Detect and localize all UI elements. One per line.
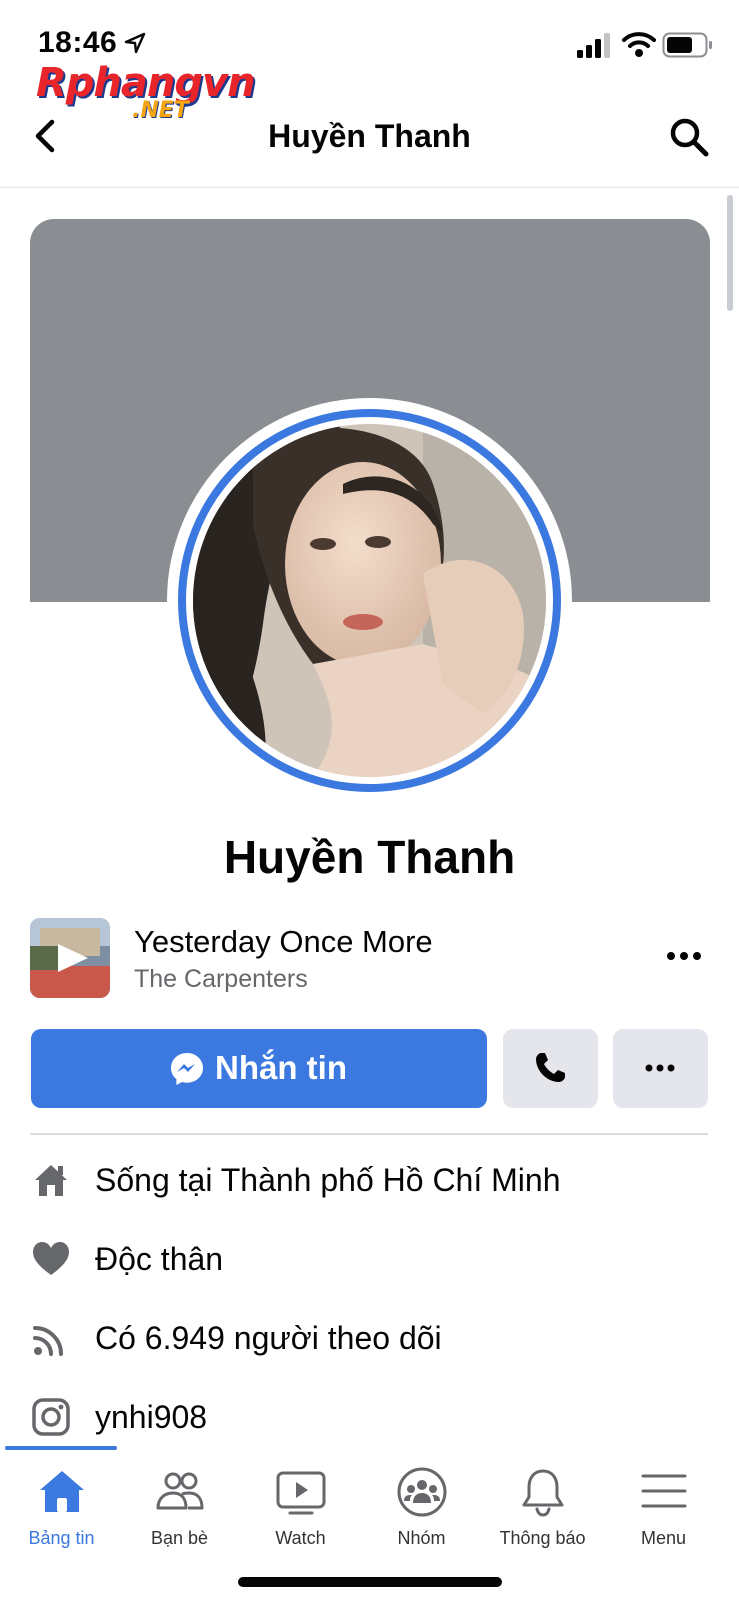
tab-label: Watch: [275, 1528, 326, 1548]
tab-label: Bạn bè: [150, 1528, 209, 1548]
rss-icon: [33, 1326, 63, 1356]
message-button[interactable]: Nhắn tin: [31, 1029, 487, 1108]
home-icon: [35, 1165, 67, 1196]
tab-groups[interactable]: Nhóm: [360, 1448, 483, 1558]
bottom-tab-bar: Bảng tin Bạn bè Watch Nhóm Thông báo Men…: [0, 1448, 739, 1558]
menu-icon: [641, 1474, 687, 1508]
call-button[interactable]: [503, 1029, 598, 1108]
back-arrow-icon[interactable]: [30, 118, 64, 154]
message-button-label: Nhắn tin: [215, 1049, 347, 1086]
profile-name: Huyền Thanh: [223, 831, 516, 883]
home-icon: [40, 1471, 84, 1512]
groups-icon: [397, 1467, 447, 1517]
search-icon[interactable]: [668, 116, 710, 158]
info-row-text: Độc thân: [95, 1241, 224, 1277]
cellular-signal-icon: [577, 33, 610, 58]
avatar-photo: [193, 424, 546, 777]
tab-watch[interactable]: Watch: [239, 1448, 362, 1558]
phone-icon: [536, 1053, 565, 1082]
messenger-icon: [171, 1053, 203, 1085]
heart-icon: [33, 1242, 69, 1275]
location-arrow-icon: [124, 32, 146, 54]
avatar[interactable]: [193, 424, 546, 777]
info-row-followers[interactable]: Có 6.949 người theo dõi: [0, 1306, 739, 1366]
watch-icon: [276, 1471, 326, 1515]
status-time: 18:46: [38, 26, 118, 59]
tab-label: Menu: [640, 1528, 687, 1548]
tab-notifications[interactable]: Thông báo: [481, 1448, 604, 1558]
wifi-icon: [622, 32, 656, 57]
song-thumbnail[interactable]: [30, 918, 110, 998]
home-indicator[interactable]: [238, 1577, 502, 1587]
info-row-instagram[interactable]: ynhi908: [0, 1385, 739, 1445]
tab-menu[interactable]: Menu: [602, 1448, 725, 1558]
nav-header: Huyền Thanh: [0, 100, 739, 188]
status-bar: 18:46: [0, 0, 739, 60]
song-title[interactable]: Yesterday Once More: [134, 924, 433, 960]
tab-news-feed[interactable]: Bảng tin: [0, 1448, 123, 1558]
info-row-text: Sống tại Thành phố Hồ Chí Minh: [95, 1162, 561, 1198]
more-actions-button[interactable]: [613, 1029, 708, 1108]
friends-icon: [156, 1472, 204, 1510]
scrollbar[interactable]: [727, 195, 733, 311]
bell-icon: [522, 1469, 564, 1517]
song-artist: The Carpenters: [134, 965, 308, 993]
more-horizontal-icon: [645, 1064, 675, 1072]
tab-label: Bảng tin: [28, 1528, 95, 1548]
more-options-icon[interactable]: [664, 944, 704, 968]
tab-label: Thông báo: [499, 1528, 586, 1548]
info-row-relationship[interactable]: Độc thân: [0, 1227, 739, 1287]
active-tab-indicator: [5, 1446, 117, 1450]
info-row-text: ynhi908: [95, 1399, 208, 1435]
battery-icon: [662, 32, 712, 58]
instagram-icon: [32, 1398, 70, 1436]
tab-label: Nhóm: [397, 1528, 446, 1548]
play-icon: [30, 918, 110, 998]
info-row-location[interactable]: Sống tại Thành phố Hồ Chí Minh: [0, 1148, 739, 1208]
divider: [30, 1133, 708, 1135]
page-title: Huyền Thanh: [268, 118, 471, 154]
info-row-text: Có 6.949 người theo dõi: [95, 1320, 442, 1356]
tab-friends[interactable]: Bạn bè: [118, 1448, 241, 1558]
